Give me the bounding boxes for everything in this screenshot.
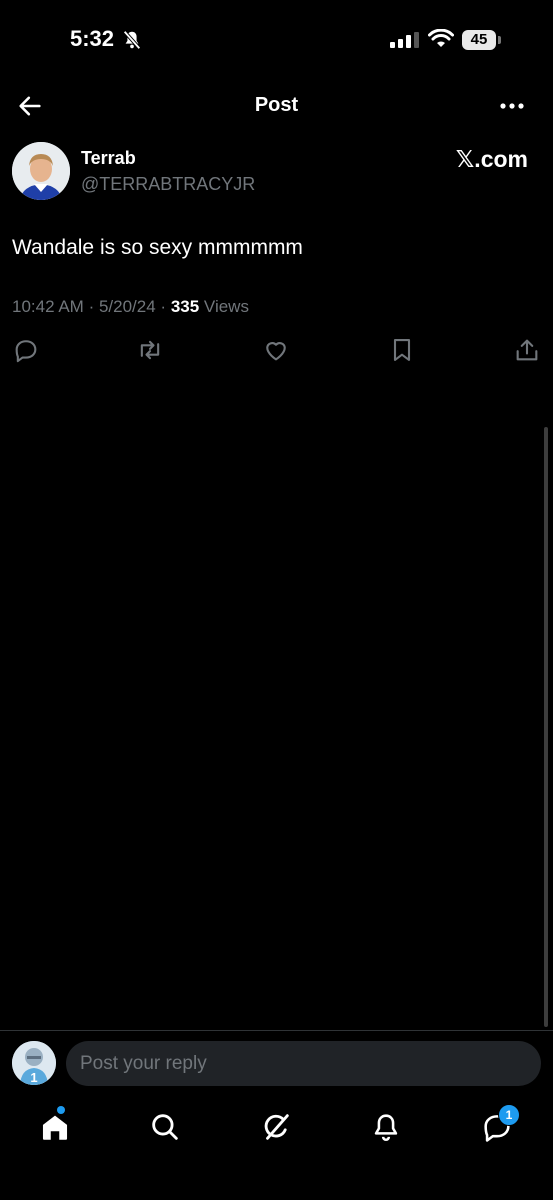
home-icon <box>42 1115 68 1140</box>
like-icon <box>266 342 286 361</box>
retweet-icon <box>140 340 160 360</box>
author-name[interactable]: Terrab <box>81 148 136 169</box>
author-avatar[interactable] <box>12 142 70 200</box>
signal-icon <box>390 32 420 53</box>
reply-icon <box>15 340 37 363</box>
reply-input[interactable] <box>66 1041 541 1086</box>
user-avatar[interactable]: 1 <box>12 1041 56 1085</box>
meta-separator: · <box>160 297 171 316</box>
bell-slash-icon <box>121 29 143 56</box>
tweet-meta: 10:42 AM · 5/20/24 · 335 Views <box>12 297 249 317</box>
tab-home[interactable] <box>38 1106 72 1144</box>
post-screen: 5:32 45 Post Terrab @TERRABTRACYJR 𝕏.com… <box>0 0 553 1200</box>
svg-text:1: 1 <box>30 1070 37 1085</box>
source-site-label: 𝕏.com <box>455 146 528 172</box>
meta-separator: · <box>88 297 99 316</box>
wifi-icon <box>428 28 454 54</box>
tab-notifications[interactable] <box>369 1110 403 1144</box>
status-bar: 5:32 45 <box>0 0 553 80</box>
tab-search[interactable] <box>148 1110 182 1144</box>
notifications-icon <box>374 1114 398 1141</box>
author-handle[interactable]: @TERRABTRACYJR <box>81 174 255 195</box>
like-button[interactable] <box>262 336 290 364</box>
status-time: 5:32 <box>70 26 115 51</box>
more-button[interactable] <box>498 94 528 118</box>
tweet-actions <box>0 336 553 366</box>
more-icon <box>500 103 524 109</box>
share-icon <box>516 339 538 361</box>
tweet-date: 5/20/24 <box>98 297 156 316</box>
battery-tip <box>498 36 501 44</box>
search-icon <box>152 1114 178 1140</box>
retweet-button[interactable] <box>136 336 164 364</box>
views-count[interactable]: 335 <box>171 297 199 316</box>
tweet-text: Wandale is so sexy mmmmmm <box>12 236 303 259</box>
page-title: Post <box>254 94 299 116</box>
home-unread-dot <box>57 1106 65 1114</box>
tweet-time: 10:42 AM <box>12 297 84 316</box>
bookmark-button[interactable] <box>388 336 416 364</box>
bottom-tab-bar: 1 <box>0 1100 553 1160</box>
scrollbar[interactable] <box>544 427 548 1027</box>
reply-divider <box>0 1030 553 1031</box>
top-nav: Post <box>0 82 553 130</box>
messages-badge: 1 <box>498 1104 520 1126</box>
battery-level: 45 <box>462 30 496 50</box>
grok-icon <box>264 1114 289 1140</box>
bookmark-icon <box>393 339 411 361</box>
tab-grok[interactable] <box>259 1110 293 1144</box>
views-label: Views <box>203 297 249 316</box>
share-button[interactable] <box>513 336 541 364</box>
tab-messages[interactable]: 1 <box>480 1104 520 1144</box>
reply-button[interactable] <box>12 336 40 364</box>
